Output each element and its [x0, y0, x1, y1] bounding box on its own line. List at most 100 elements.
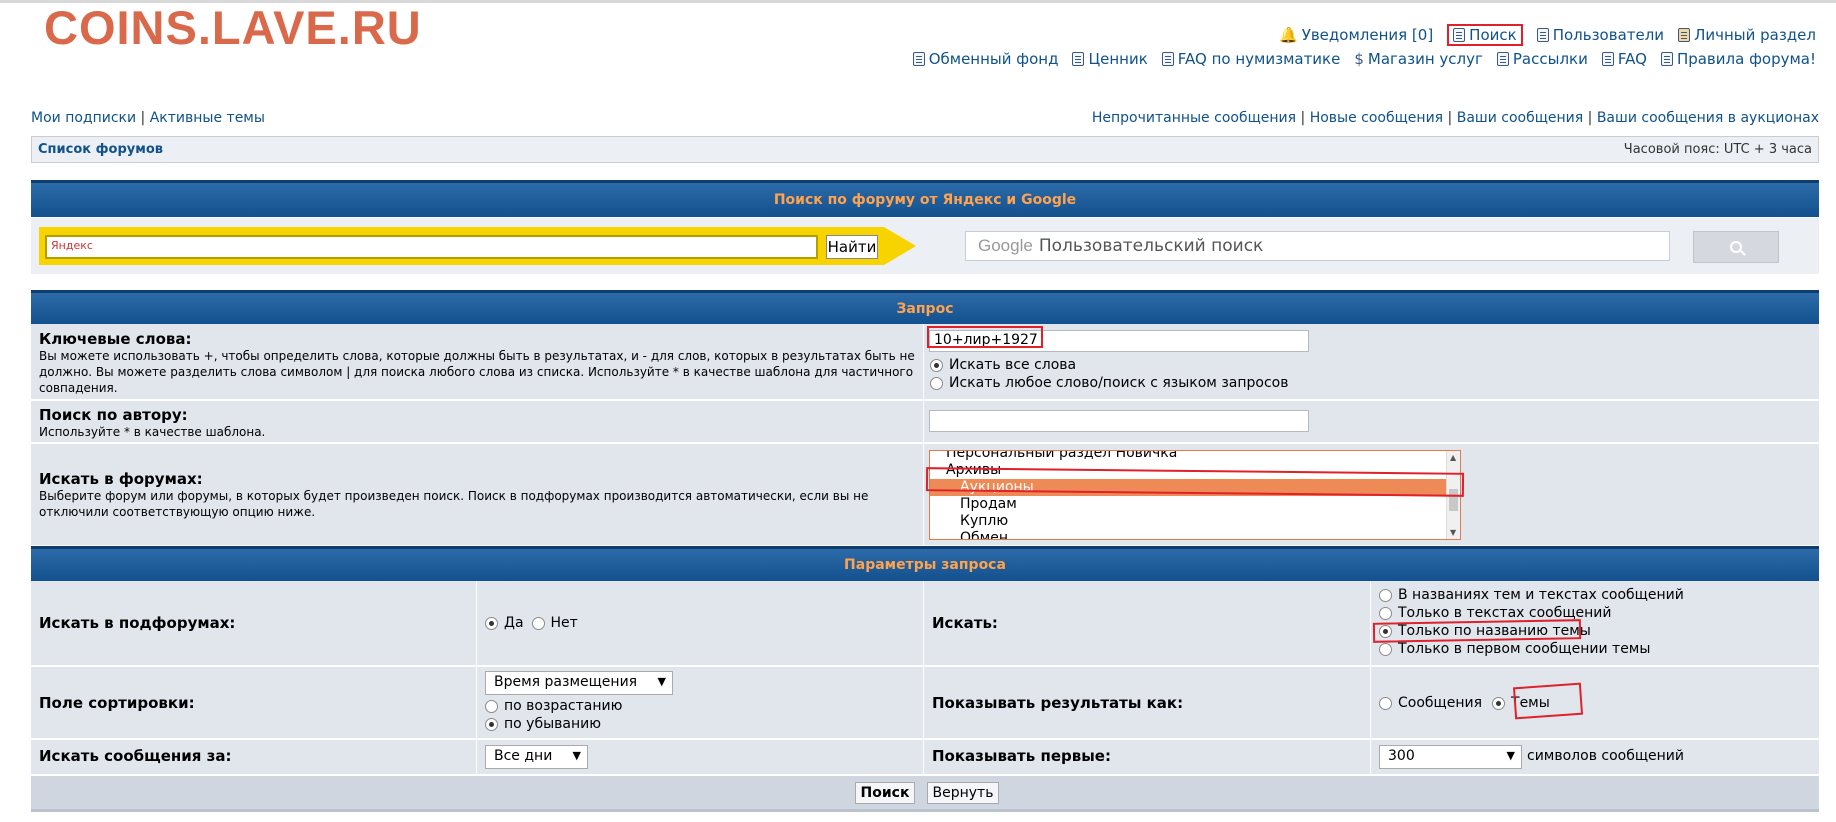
first-chars-label: Показывать первые:	[932, 747, 1111, 765]
forum-option[interactable]: Продам	[930, 496, 1460, 513]
radio-search-in[interactable]	[1379, 588, 1392, 602]
forum-option[interactable]: Обмен	[930, 530, 1460, 539]
search-in-annotation	[1372, 619, 1582, 643]
yandex-arrow-decoration	[884, 227, 916, 265]
nav-users[interactable]: Пользователи	[1536, 26, 1664, 44]
keywords-hint: Вы можете использовать +, чтобы определи…	[39, 349, 915, 395]
search-submit-button[interactable]: Поиск	[855, 782, 915, 804]
author-row: Поиск по автору: Используйте * в качеств…	[31, 401, 1819, 443]
nav-forum-rules[interactable]: Правила форума!	[1660, 50, 1816, 68]
forums-row: Искать в форумах: Выберите форум или фор…	[31, 444, 1819, 546]
list-icon	[912, 52, 925, 66]
coins-icon: $	[1354, 50, 1364, 68]
radio-subforums-yes[interactable]	[485, 616, 498, 630]
question-icon	[1161, 52, 1174, 66]
newsletter-icon	[1496, 52, 1509, 66]
site-logo[interactable]: COINS.LAVE.RU	[44, 0, 422, 55]
nav-personal[interactable]: Личный раздел	[1678, 26, 1816, 44]
top-nav: 🔔 Уведомления [0] Поиск Пользователи Лич…	[1279, 24, 1816, 46]
google-search-input[interactable]: Google Пользовательский поиск	[965, 231, 1670, 261]
google-search-button[interactable]	[1693, 231, 1779, 263]
chevron-down-icon: ▼	[657, 675, 666, 688]
subforums-yes-option[interactable]: Да	[485, 614, 524, 632]
list-icon	[1536, 28, 1549, 42]
nav-exchange-fund[interactable]: Обменный фонд	[912, 50, 1058, 68]
sort-asc-option[interactable]: по возрастанию	[485, 697, 622, 715]
nav-faq[interactable]: FAQ	[1601, 50, 1647, 68]
yandex-search-input[interactable]: Яндекс	[45, 235, 818, 259]
author-input[interactable]	[929, 410, 1309, 432]
radio-match-all[interactable]	[930, 358, 943, 372]
period-select[interactable]: Все дни ▼	[485, 745, 588, 769]
link-your-auction-posts[interactable]: Ваши сообщения в аукционах	[1597, 110, 1819, 126]
match-any-option[interactable]: Искать любое слово/поиск с языком запрос…	[930, 374, 1288, 392]
radio-subforums-no[interactable]	[531, 616, 545, 630]
subnav-right: Непрочитанные сообщения | Новые сообщени…	[1091, 110, 1819, 126]
search-in-option[interactable]: Только в первом сообщении темы	[1379, 640, 1684, 658]
link-your-posts[interactable]: Ваши сообщения	[1457, 110, 1583, 126]
forum-option[interactable]: Персональный раздел Новичка	[930, 451, 1460, 462]
radio-show-as-topics[interactable]	[1492, 696, 1506, 710]
sort-field-select[interactable]: Время размещения ▼	[485, 671, 673, 695]
match-all-option[interactable]: Искать все слова	[930, 356, 1288, 374]
breadcrumb: Список форумов Часовой пояс: UTC + 3 час…	[31, 136, 1819, 163]
yandex-search-button[interactable]: Найти	[826, 235, 878, 259]
forum-option[interactable]: Куплю	[930, 513, 1460, 530]
show-as-posts-option[interactable]: Сообщения	[1379, 694, 1482, 712]
form-actions: Поиск Вернуть	[31, 776, 1819, 812]
show-as-annotation	[1512, 682, 1584, 720]
yandex-search-box: Яндекс Найти	[39, 227, 884, 265]
link-active-topics[interactable]: Активные темы	[150, 110, 265, 126]
subforums-no-option[interactable]: Нет	[531, 614, 578, 632]
site-search-title: Поиск по форуму от Яндекс и Google	[31, 180, 1819, 217]
author-label: Поиск по автору:	[39, 406, 188, 424]
sort-row: Поле сортировки: Время размещения ▼ по во…	[31, 667, 1819, 739]
reset-button[interactable]: Вернуть	[927, 782, 999, 804]
radio-sort-desc[interactable]	[485, 717, 498, 731]
bell-icon: 🔔	[1279, 26, 1298, 44]
first-chars-suffix: символов сообщений	[1527, 748, 1685, 764]
link-my-subscriptions[interactable]: Мои подписки	[31, 110, 136, 126]
forums-label: Искать в форумах:	[39, 470, 203, 488]
link-unread[interactable]: Непрочитанные сообщения	[1092, 110, 1296, 126]
radio-show-as-posts[interactable]	[1379, 696, 1392, 710]
subnav-left: Мои подписки | Активные темы	[31, 110, 265, 126]
search-in-option[interactable]: В названиях тем и текстах сообщений	[1379, 586, 1684, 604]
keywords-label: Ключевые слова:	[39, 330, 192, 348]
secondary-nav: Обменный фонд Ценник FAQ по нумизматике …	[912, 50, 1816, 68]
period-label: Искать сообщения за:	[39, 747, 232, 765]
list-icon	[1072, 52, 1085, 66]
nav-newsletters[interactable]: Рассылки	[1496, 50, 1588, 68]
scroll-down-icon[interactable]: ▼	[1450, 528, 1456, 537]
keywords-annotation	[927, 326, 1043, 348]
timezone-label: Часовой пояс: UTC + 3 часа	[1623, 142, 1812, 157]
nav-notifications[interactable]: 🔔 Уведомления [0]	[1279, 26, 1433, 44]
nav-price-list[interactable]: Ценник	[1072, 50, 1148, 68]
radio-match-any[interactable]	[930, 376, 943, 390]
subforums-label: Искать в подфорумах:	[39, 614, 236, 632]
nav-services-shop[interactable]: $ Магазин услуг	[1354, 50, 1483, 68]
exclamation-icon	[1660, 52, 1673, 66]
nav-numismatics-faq[interactable]: FAQ по нумизматике	[1161, 50, 1340, 68]
keywords-row: Ключевые слова: Вы можете использовать +…	[31, 324, 1819, 400]
nav-search[interactable]: Поиск	[1447, 24, 1523, 46]
radio-search-in[interactable]	[1379, 642, 1392, 656]
chevron-down-icon: ▼	[1506, 749, 1515, 762]
google-logo: Google	[978, 236, 1033, 255]
params-panel-title: Параметры запроса	[31, 546, 1819, 581]
period-row: Искать сообщения за: Все дни ▼ Показывать…	[31, 740, 1819, 775]
link-new-posts[interactable]: Новые сообщения	[1310, 110, 1443, 126]
search-in-label: Искать:	[932, 614, 998, 632]
subforums-row: Искать в подфорумах: Да Нет Искать: В на…	[31, 581, 1819, 666]
scroll-up-icon[interactable]: ▲	[1450, 453, 1456, 462]
forums-hint: Выберите форум или форумы, в которых буд…	[39, 489, 869, 519]
first-chars-select[interactable]: 300 ▼	[1379, 745, 1522, 769]
sort-desc-option[interactable]: по убыванию	[485, 715, 622, 733]
radio-search-in[interactable]	[1379, 606, 1392, 620]
sort-label: Поле сортировки:	[39, 694, 195, 712]
query-panel-title: Запрос	[31, 290, 1819, 324]
user-icon	[1678, 28, 1691, 42]
breadcrumb-forum-index[interactable]: Список форумов	[38, 142, 163, 157]
author-hint: Используйте * в качестве шаблона.	[39, 425, 266, 439]
radio-sort-asc[interactable]	[485, 699, 498, 713]
